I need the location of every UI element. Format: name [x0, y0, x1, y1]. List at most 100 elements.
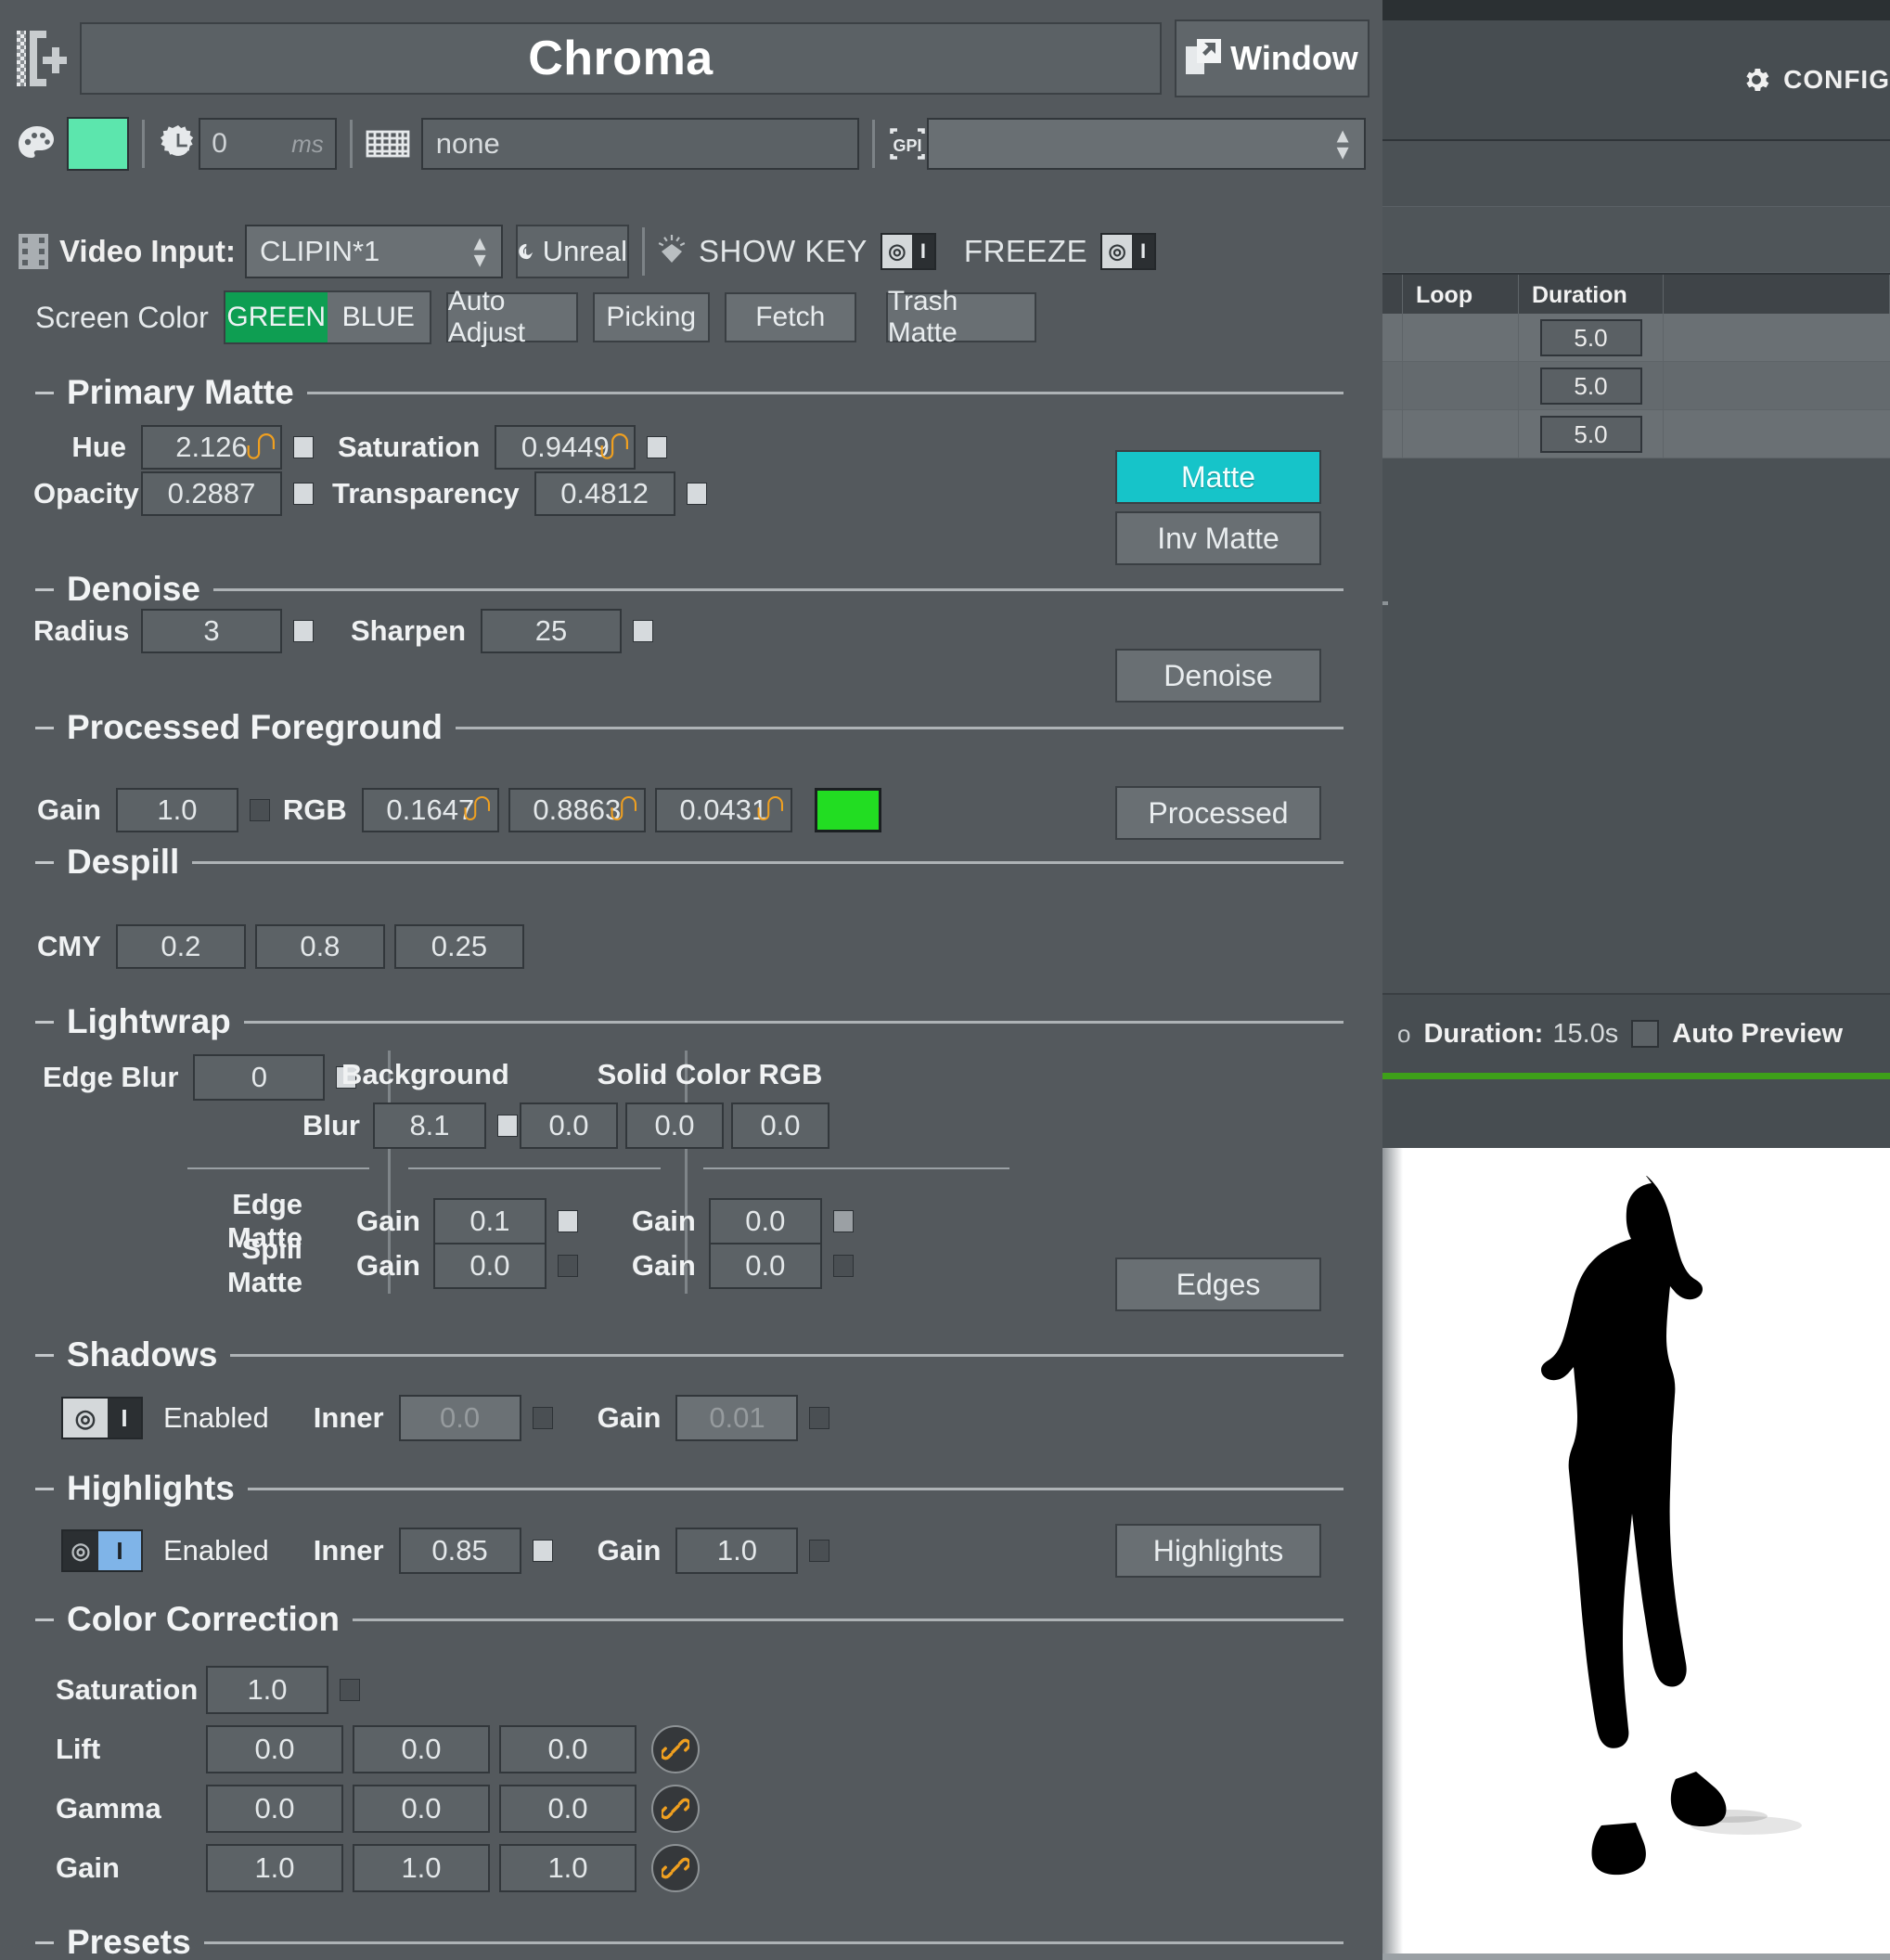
matte-button[interactable]: Matte [1115, 450, 1321, 504]
row-loop-cell[interactable] [1403, 314, 1519, 362]
cc-gamma-b-input[interactable]: 0.0 [499, 1785, 636, 1833]
window-button[interactable]: Window [1175, 19, 1369, 97]
bg-blur-input[interactable]: 8.1 [373, 1102, 486, 1149]
despill-c-input[interactable]: 0.2 [116, 924, 246, 969]
shadows-inner-input[interactable]: 0.0 [399, 1395, 521, 1441]
opacity-keyframe-toggle[interactable] [293, 483, 314, 505]
processed-button[interactable]: Processed [1115, 786, 1321, 840]
animate-icon[interactable] [247, 432, 275, 463]
table-row[interactable]: 5.0 [1382, 314, 1890, 362]
radius-input[interactable]: 3 [141, 609, 282, 653]
pf-red-input[interactable]: 0.1647 [362, 788, 499, 832]
config-button[interactable]: CONFIG [1741, 64, 1890, 96]
cc-gain-link-icon[interactable] [651, 1844, 700, 1892]
cc-gain-b-input[interactable]: 1.0 [499, 1844, 636, 1892]
hue-input[interactable]: 2.126 [141, 425, 282, 470]
cc-lift-r-input[interactable]: 0.0 [206, 1725, 343, 1773]
section-collapse-icon[interactable] [35, 392, 54, 394]
opacity-input[interactable]: 0.2887 [141, 471, 282, 516]
bg-blur-keyframe-toggle[interactable] [497, 1115, 518, 1137]
radius-keyframe-toggle[interactable] [293, 620, 314, 642]
section-collapse-icon[interactable] [35, 727, 54, 729]
row-duration-cell[interactable]: 5.0 [1519, 362, 1664, 410]
video-input-select[interactable]: CLIPIN*1 ▲▼ [245, 225, 503, 278]
animate-icon[interactable] [611, 794, 638, 826]
sharpen-input[interactable]: 25 [481, 609, 622, 653]
solid-g-input[interactable]: 0.0 [625, 1102, 724, 1149]
cc-gain-r-input[interactable]: 1.0 [206, 1844, 343, 1892]
pf-green-input[interactable]: 0.8863 [508, 788, 646, 832]
shadows-inner-keyframe-toggle[interactable] [533, 1407, 553, 1429]
shadows-gain-keyframe-toggle[interactable] [809, 1407, 829, 1429]
solid-r-input[interactable]: 0.0 [520, 1102, 618, 1149]
pf-gain-keyframe-toggle[interactable] [250, 799, 270, 821]
animate-icon[interactable] [757, 794, 785, 826]
screen-color-blue[interactable]: BLUE [328, 292, 430, 342]
row-loop-cell[interactable] [1403, 362, 1519, 410]
cc-gain-g-input[interactable]: 1.0 [353, 1844, 490, 1892]
section-collapse-icon[interactable] [35, 588, 54, 591]
chroma-title-field[interactable]: Chroma [80, 22, 1162, 95]
row-duration-cell[interactable]: 5.0 [1519, 410, 1664, 458]
section-collapse-icon[interactable] [35, 1488, 54, 1490]
crop-add-icon[interactable] [13, 27, 67, 90]
animate-icon[interactable] [600, 432, 628, 463]
keyboard-icon[interactable] [366, 127, 410, 161]
highlights-enabled-toggle[interactable]: ◎ I [61, 1529, 143, 1572]
chroma-color-swatch[interactable] [67, 117, 129, 171]
duration-input[interactable]: 5.0 [1540, 319, 1642, 356]
cc-gamma-link-icon[interactable] [651, 1785, 700, 1833]
cc-lift-link-icon[interactable] [651, 1725, 700, 1773]
transparency-keyframe-toggle[interactable] [687, 483, 707, 505]
row-duration-cell[interactable]: 5.0 [1519, 314, 1664, 362]
table-row[interactable]: 5.0 [1382, 362, 1890, 410]
edge-solid-gain-keyframe-toggle[interactable] [833, 1210, 854, 1232]
inv-matte-button[interactable]: Inv Matte [1115, 511, 1321, 565]
gpi-select[interactable]: ▲▼ [927, 118, 1366, 170]
table-row[interactable]: 5.0 [1382, 410, 1890, 458]
denoise-button[interactable]: Denoise [1115, 649, 1321, 703]
section-collapse-icon[interactable] [35, 1021, 54, 1024]
edges-button[interactable]: Edges [1115, 1257, 1321, 1311]
screen-color-green[interactable]: GREEN [225, 292, 328, 342]
processed-color-swatch[interactable] [815, 788, 881, 832]
solid-b-input[interactable]: 0.0 [731, 1102, 829, 1149]
highlights-inner-keyframe-toggle[interactable] [533, 1540, 553, 1562]
delay-input[interactable]: 0 ms [199, 118, 337, 170]
cc-saturation-keyframe-toggle[interactable] [340, 1679, 360, 1701]
row-loop-cell[interactable] [1403, 410, 1519, 458]
trash-matte-button[interactable]: Trash Matte [886, 292, 1036, 342]
spill-solid-gain-input[interactable]: 0.0 [709, 1243, 822, 1289]
section-collapse-icon[interactable] [35, 1354, 54, 1357]
clock-icon[interactable] [158, 123, 199, 164]
shadows-enabled-toggle[interactable]: ◎ I [61, 1397, 143, 1439]
sharpen-keyframe-toggle[interactable] [633, 620, 653, 642]
matte-saturation-input[interactable]: 0.9449 [495, 425, 636, 470]
despill-y-input[interactable]: 0.25 [394, 924, 524, 969]
transparency-input[interactable]: 0.4812 [534, 471, 675, 516]
animate-icon[interactable] [464, 794, 492, 826]
cc-saturation-input[interactable]: 1.0 [206, 1666, 328, 1714]
highlights-button[interactable]: Highlights [1115, 1524, 1321, 1578]
auto-adjust-button[interactable]: Auto Adjust [446, 292, 578, 342]
section-collapse-icon[interactable] [35, 861, 54, 864]
palette-icon[interactable] [17, 124, 58, 163]
despill-m-input[interactable]: 0.8 [255, 924, 385, 969]
auto-preview-checkbox[interactable] [1631, 1020, 1659, 1048]
cc-gamma-g-input[interactable]: 0.0 [353, 1785, 490, 1833]
edge-blur-input[interactable]: 0 [193, 1054, 325, 1101]
highlights-gain-keyframe-toggle[interactable] [809, 1540, 829, 1562]
edge-bg-gain-keyframe-toggle[interactable] [558, 1210, 578, 1232]
duration-input[interactable]: 5.0 [1540, 368, 1642, 405]
section-collapse-icon[interactable] [35, 1618, 54, 1621]
hue-keyframe-toggle[interactable] [293, 436, 314, 458]
shadows-gain-input[interactable]: 0.01 [675, 1395, 798, 1441]
highlights-inner-input[interactable]: 0.85 [399, 1528, 521, 1574]
column-header-duration[interactable]: Duration [1519, 275, 1664, 316]
column-header-loop[interactable]: Loop [1403, 275, 1519, 316]
cc-gamma-r-input[interactable]: 0.0 [206, 1785, 343, 1833]
fetch-button[interactable]: Fetch [725, 292, 856, 342]
highlights-gain-input[interactable]: 1.0 [675, 1528, 798, 1574]
section-collapse-icon[interactable] [35, 1941, 54, 1944]
gpi-icon[interactable]: GPI [888, 124, 927, 163]
